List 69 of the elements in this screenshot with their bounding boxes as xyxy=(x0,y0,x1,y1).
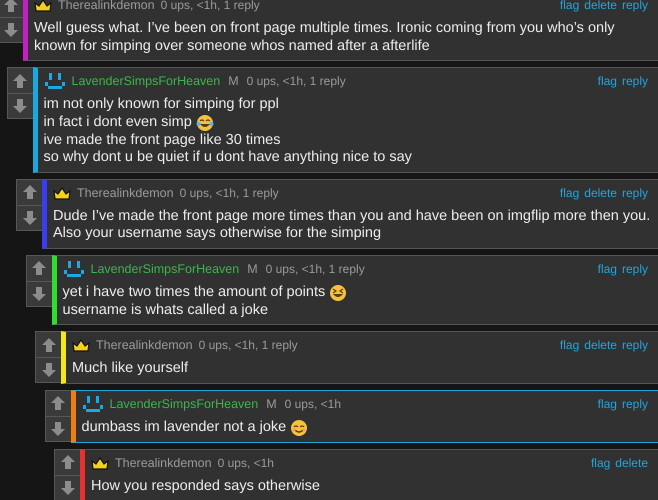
action-link[interactable]: flag xyxy=(560,186,580,200)
comment-text: Dude I’ve made the front page more times than you and have been on imgflip more then you. Also your username says otherwise for the simping xyxy=(53,208,652,242)
pixel-face-icon xyxy=(44,72,66,90)
up-arrow-icon xyxy=(50,395,66,411)
laughing-tears-emoji-icon xyxy=(196,114,214,132)
up-arrow-icon xyxy=(31,260,47,276)
mod-label: M xyxy=(247,262,258,276)
comment-text: dumbass im lavender not a joke xyxy=(82,418,286,436)
action-link[interactable]: flag xyxy=(560,338,580,352)
action-link[interactable]: flag xyxy=(598,74,617,88)
comment-text: in fact i dont even simp xyxy=(44,114,192,132)
action-link[interactable]: delete xyxy=(615,456,648,470)
username-link[interactable]: LavenderSimpsForHeaven xyxy=(110,396,258,410)
action-link[interactable]: delete xyxy=(584,338,617,352)
up-arrow-icon xyxy=(12,72,28,88)
down-arrow-icon xyxy=(22,210,38,226)
username-link[interactable]: Therealinkdemon xyxy=(96,338,193,352)
comment-stats: 0 ups, <1h, 1 reply xyxy=(246,74,346,88)
down-arrow-icon xyxy=(50,420,66,436)
down-arrow-icon xyxy=(60,480,76,496)
grinning-emoji-icon xyxy=(329,284,348,302)
down-arrow-icon xyxy=(31,286,47,302)
action-link[interactable]: flag xyxy=(598,396,617,410)
mod-label: M xyxy=(266,396,277,410)
username-link[interactable]: Therealinkdemon xyxy=(115,456,212,470)
comment-stats: 0 ups, <1h, 1 reply xyxy=(160,0,260,12)
username-link[interactable]: Therealinkdemon xyxy=(77,186,174,200)
comment-text: username is whats called a joke xyxy=(62,302,268,319)
action-link[interactable]: flag xyxy=(560,0,580,12)
comment-stats: 0 ups, <1h, 1 reply xyxy=(180,186,279,200)
action-link[interactable]: reply xyxy=(622,0,648,12)
down-arrow-icon xyxy=(2,22,18,38)
action-link[interactable]: flag xyxy=(590,456,610,470)
mod-label: M xyxy=(228,74,239,88)
comment-text: Well guess what. I’ve been on front page multiple times. Ironic coming from you who’s only known for simping over someone whos named after a afterlife xyxy=(34,20,616,55)
down-arrow-icon xyxy=(40,362,56,378)
pixel-face-icon xyxy=(82,394,104,412)
comment-stats: 0 ups, <1h, 1 reply xyxy=(198,338,298,352)
username-link[interactable]: LavenderSimpsForHeaven xyxy=(72,74,220,88)
crown-icon xyxy=(53,186,71,200)
comment-text: Much like yourself xyxy=(72,360,188,378)
comment-text: ive made the front page like 30 times xyxy=(44,132,280,149)
crown-icon xyxy=(91,456,109,470)
crown-icon xyxy=(34,0,52,12)
username-link[interactable]: LavenderSimpsForHeaven xyxy=(90,262,240,276)
comment-text: How you responded says otherwise xyxy=(91,478,320,495)
pixel-face-icon xyxy=(62,260,84,278)
action-link[interactable]: flag xyxy=(598,262,617,276)
smiling-emoji-icon xyxy=(290,418,308,436)
username-link[interactable]: Therealinkdemon xyxy=(58,0,155,12)
comment-text: im not only known for simping for ppl xyxy=(44,96,279,114)
up-arrow-icon xyxy=(2,0,18,12)
up-arrow-icon xyxy=(40,336,56,352)
action-link[interactable]: delete xyxy=(584,186,617,200)
comment-stats: 0 ups, <1h xyxy=(218,456,274,470)
action-link[interactable]: reply xyxy=(622,396,648,410)
action-link[interactable]: reply xyxy=(622,74,648,88)
action-link[interactable]: reply xyxy=(622,338,648,352)
action-link[interactable]: delete xyxy=(584,0,617,12)
up-arrow-icon xyxy=(22,184,38,200)
comment-stats: 0 ups, <1h, 1 reply xyxy=(266,262,365,276)
comment-stats: 0 ups, <1h xyxy=(284,396,342,410)
comment-text: yet i have two times the amount of points xyxy=(62,284,326,302)
action-link[interactable]: reply xyxy=(622,186,648,200)
up-arrow-icon xyxy=(60,454,76,470)
action-link[interactable]: reply xyxy=(622,262,648,276)
down-arrow-icon xyxy=(12,98,28,114)
comment-text: so why dont u be quiet if u dont have anything nice to say xyxy=(44,149,412,166)
crown-icon xyxy=(72,338,90,352)
